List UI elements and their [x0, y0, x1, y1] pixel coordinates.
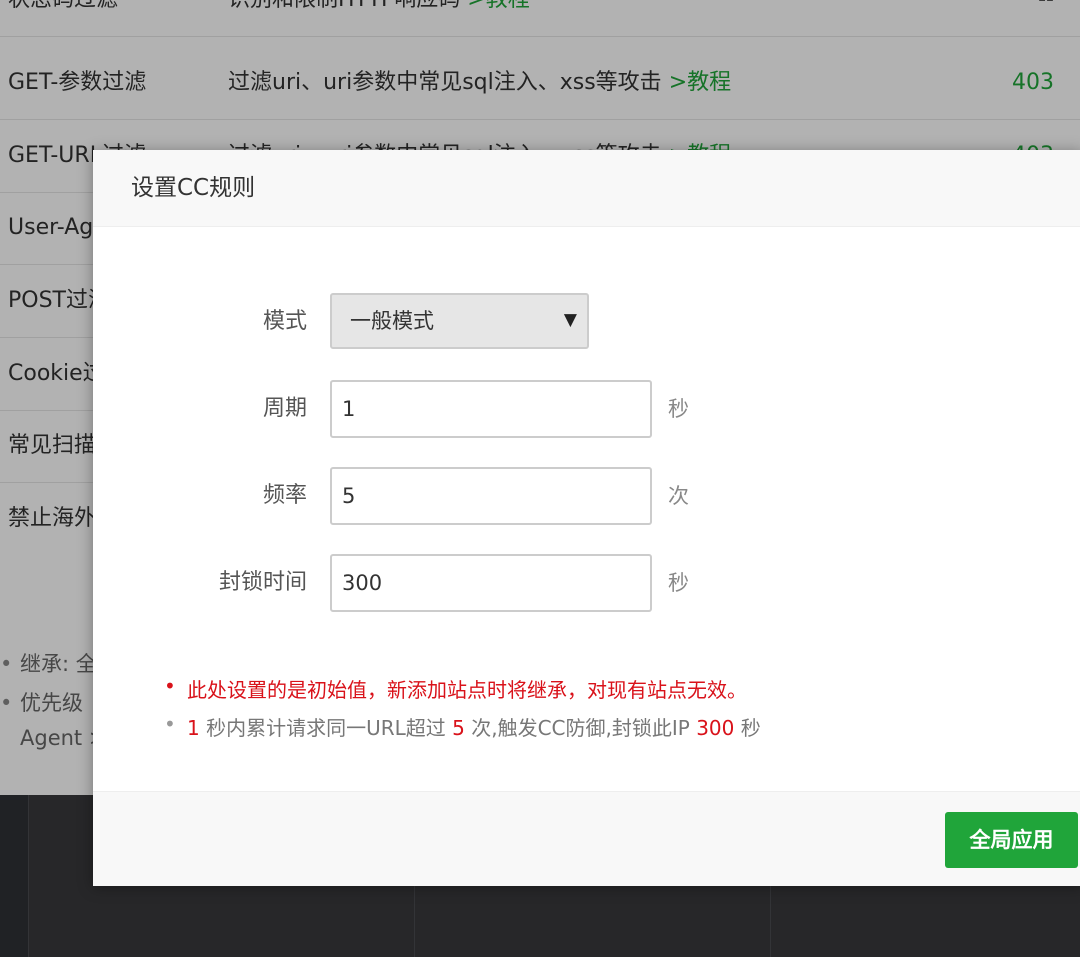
dropdown-arrow-icon: ▼	[563, 310, 577, 330]
frequency-input[interactable]	[330, 467, 652, 525]
mode-select-value: 一般模式	[350, 309, 434, 333]
summary-period: 1	[187, 716, 200, 740]
block-time-input[interactable]	[330, 554, 652, 612]
block-time-row: 封锁时间 秒	[93, 554, 1080, 614]
dialog-footer: 全局应用	[93, 791, 1080, 886]
period-row: 周期 秒	[93, 380, 1080, 440]
block-time-unit: 秒	[668, 571, 689, 595]
block-time-label: 封锁时间	[218, 570, 307, 595]
cc-rule-dialog: 设置CC规则 模式 一般模式 ▼ 周期 秒 频率 次 封锁时间 秒 • 此处设置…	[93, 150, 1080, 886]
mode-row: 模式 一般模式 ▼	[93, 293, 1080, 353]
period-label: 周期	[262, 396, 307, 421]
frequency-unit: 次	[668, 484, 689, 508]
frequency-row: 频率 次	[93, 467, 1080, 527]
dialog-title: 设置CC规则	[131, 175, 256, 201]
dialog-header: 设置CC规则	[93, 150, 1080, 227]
frequency-label: 频率	[262, 483, 307, 508]
apply-globally-button[interactable]: 全局应用	[945, 812, 1078, 868]
period-unit: 秒	[668, 397, 689, 421]
period-input[interactable]	[330, 380, 652, 438]
summary-block-time: 300	[696, 716, 735, 740]
mode-select[interactable]: 一般模式 ▼	[330, 293, 589, 349]
summary-frequency: 5	[452, 716, 465, 740]
mode-label: 模式	[262, 309, 307, 334]
